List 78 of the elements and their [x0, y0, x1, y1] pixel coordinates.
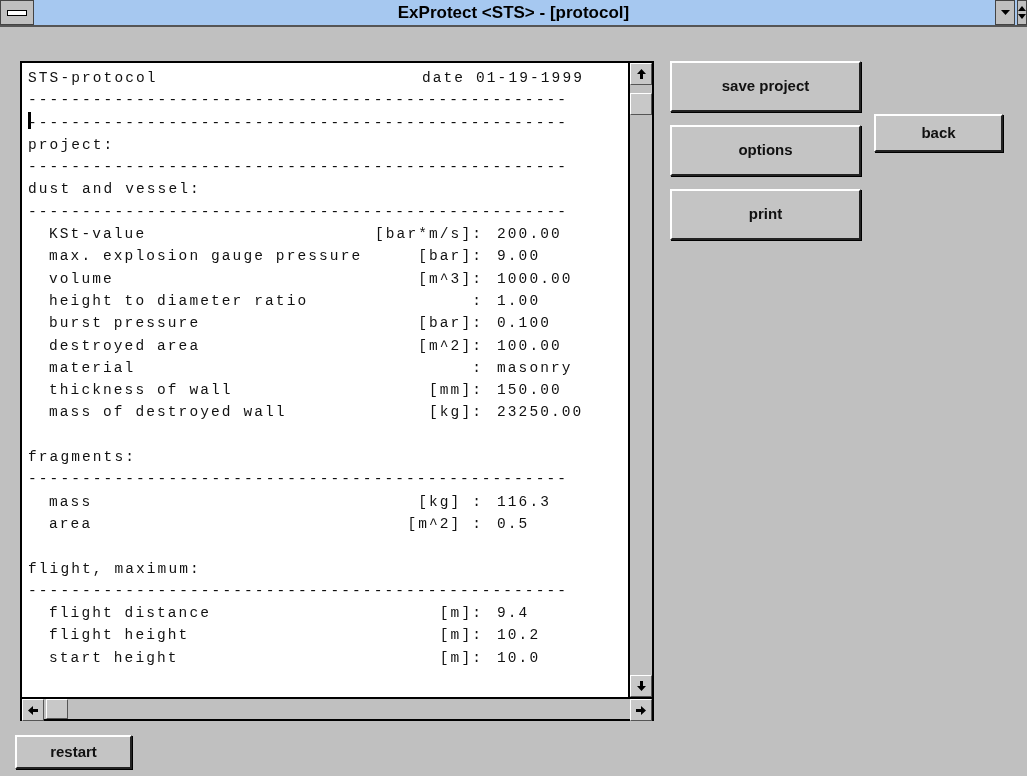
- item-value: 100.00: [497, 336, 562, 356]
- save-project-button[interactable]: save project: [670, 61, 861, 112]
- minimize-button[interactable]: [995, 0, 1015, 25]
- item-label: max. explosion gauge pressure: [49, 247, 364, 267]
- scroll-up-button[interactable]: [630, 63, 652, 85]
- item-value: 0.5: [497, 514, 530, 534]
- item-label: burst pressure: [49, 314, 202, 334]
- item-label: area: [49, 514, 94, 534]
- options-button[interactable]: options: [670, 125, 861, 176]
- scroll-left-button[interactable]: [22, 699, 44, 721]
- horizontal-scrollbar[interactable]: [22, 697, 652, 719]
- scroll-thumb[interactable]: [46, 699, 68, 719]
- left-arrow-icon: [28, 705, 38, 715]
- up-down-arrow-icon: [1018, 6, 1026, 19]
- dashed-line: --------------------------------------------------: [28, 91, 569, 111]
- unit-label: [kg]:: [428, 403, 483, 423]
- unit-label: [m^2]:: [417, 336, 483, 356]
- system-menu-button[interactable]: [0, 0, 34, 25]
- item-label: thickness of wall: [49, 381, 234, 401]
- down-arrow-icon: [636, 681, 646, 691]
- section-heading: project:: [28, 135, 115, 155]
- print-button[interactable]: print: [670, 189, 861, 240]
- scroll-down-button[interactable]: [630, 675, 652, 697]
- unit-label: [m^3]:: [417, 269, 483, 289]
- back-button[interactable]: back: [874, 114, 1003, 152]
- unit-label: [kg] :: [417, 492, 483, 512]
- scroll-thumb[interactable]: [630, 93, 652, 115]
- dashed-line: --------------------------------------------------: [28, 113, 569, 133]
- unit-label: [m^2] :: [406, 514, 483, 534]
- item-value: 150.00: [497, 381, 562, 401]
- up-arrow-icon: [636, 69, 646, 79]
- dashed-line: --------------------------------------------------: [28, 202, 569, 222]
- item-label: mass: [49, 492, 94, 512]
- minus-icon: [7, 9, 27, 16]
- item-label: volume: [49, 269, 115, 289]
- dashed-line: --------------------------------------------------: [28, 581, 569, 601]
- item-value: 9.00: [497, 247, 541, 267]
- unit-label: [m]:: [438, 604, 483, 624]
- dashed-line: --------------------------------------------------: [28, 158, 569, 178]
- item-label: start height: [49, 648, 180, 668]
- restart-button[interactable]: restart: [15, 735, 132, 769]
- restore-button[interactable]: [1017, 0, 1027, 25]
- item-value: masonry: [497, 358, 573, 378]
- unit-label: [bar*m/s]:: [374, 225, 483, 245]
- vertical-scrollbar[interactable]: [628, 63, 652, 697]
- item-value: 23250.00: [497, 403, 584, 423]
- section-heading: dust and vessel:: [28, 180, 201, 200]
- item-label: material: [49, 358, 137, 378]
- protocol-date: date 01-19-1999: [421, 69, 584, 88]
- window-title: ExProtect <STS> - [protocol]: [396, 2, 631, 24]
- item-value: 10.2: [497, 626, 541, 646]
- item-value: 10.0: [497, 648, 541, 668]
- unit-label: [mm]:: [428, 381, 483, 401]
- item-value: 1.00: [497, 291, 541, 311]
- item-label: height to diameter ratio: [49, 291, 310, 311]
- section-heading: flight, maximum:: [28, 559, 201, 579]
- item-label: mass of destroyed wall: [49, 403, 288, 423]
- item-label: KSt-value: [49, 225, 148, 245]
- item-value: 0.100: [497, 314, 551, 334]
- scroll-right-button[interactable]: [630, 699, 652, 721]
- right-arrow-icon: [636, 705, 646, 715]
- protocol-title: STS-protocol: [28, 69, 158, 88]
- item-label: flight height: [49, 626, 191, 646]
- item-label: flight distance: [49, 604, 213, 624]
- unit-label: [m]:: [438, 626, 483, 646]
- dashed-line: --------------------------------------------------: [28, 470, 569, 490]
- down-triangle-icon: [1000, 10, 1010, 15]
- item-value: 116.3: [497, 492, 551, 512]
- item-value: 9.4: [497, 604, 530, 624]
- unit-label: [m]:: [438, 648, 483, 668]
- item-value: 200.00: [497, 225, 562, 245]
- item-value: 1000.00: [497, 269, 573, 289]
- unit-label: :: [471, 358, 483, 378]
- unit-label: [bar]:: [417, 247, 483, 267]
- unit-label: [bar]:: [417, 314, 483, 334]
- item-label: destroyed area: [49, 336, 202, 356]
- unit-label: :: [471, 291, 483, 311]
- section-heading: fragments:: [28, 448, 136, 468]
